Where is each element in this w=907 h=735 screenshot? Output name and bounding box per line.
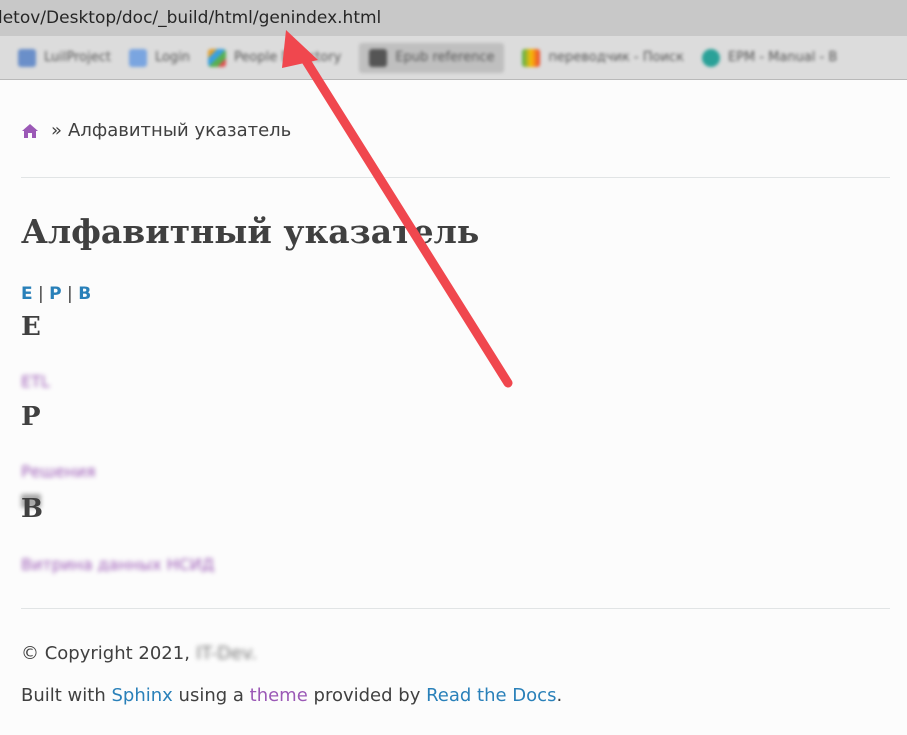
bookmark-label: Epub reference bbox=[395, 50, 495, 65]
bookmark-item[interactable]: People Directory bbox=[208, 43, 341, 73]
theme-link[interactable]: theme bbox=[250, 685, 308, 706]
copyright-text: © Copyright 2021, bbox=[21, 643, 190, 664]
bookmark-icon bbox=[522, 48, 541, 67]
bookmark-item[interactable]: Epub reference bbox=[359, 42, 505, 73]
section-letter-e: Е bbox=[21, 312, 41, 342]
jump-link-v[interactable]: В bbox=[78, 284, 91, 304]
home-icon[interactable] bbox=[21, 123, 39, 139]
period: . bbox=[556, 685, 563, 706]
read-the-docs-link[interactable]: Read the Docs bbox=[426, 685, 556, 706]
bookmark-label: переводчик - Поиск bbox=[548, 50, 684, 65]
copyright-org: IT-Dev. bbox=[195, 643, 257, 664]
bookmark-icon bbox=[701, 48, 720, 67]
using-a-text: using a bbox=[178, 685, 244, 706]
sphinx-link[interactable]: Sphinx bbox=[111, 685, 172, 706]
letter-jump-bar: Е | Р | В bbox=[21, 284, 91, 304]
bookmark-icon bbox=[18, 48, 36, 67]
index-entry[interactable]: ETL bbox=[21, 372, 50, 391]
section-letter-v: В bbox=[21, 494, 43, 524]
divider bbox=[21, 608, 890, 609]
address-bar[interactable]: letov/Desktop/doc/_build/html/genindex.h… bbox=[0, 0, 907, 36]
index-entry[interactable]: Витрина данных НСИД bbox=[21, 555, 214, 574]
bookmarks-bar: LuilProject Login People Directory Epub … bbox=[0, 36, 907, 80]
breadcrumb-current: Алфавитный указатель bbox=[68, 120, 292, 141]
page-title: Алфавитный указатель bbox=[21, 212, 480, 251]
bookmark-label: People Directory bbox=[234, 50, 342, 65]
built-with-line: Built with Sphinx using a theme provided… bbox=[21, 685, 562, 706]
bookmark-icon bbox=[369, 48, 388, 67]
divider bbox=[21, 177, 890, 178]
bookmark-item[interactable]: Login bbox=[128, 43, 191, 73]
jump-link-e[interactable]: Е bbox=[21, 284, 33, 304]
breadcrumb: » Алфавитный указатель bbox=[21, 120, 291, 141]
built-with-text: Built with bbox=[21, 685, 106, 706]
jump-link-r[interactable]: Р bbox=[49, 284, 61, 304]
jump-separator: | bbox=[38, 284, 44, 304]
url-text[interactable]: letov/Desktop/doc/_build/html/genindex.h… bbox=[0, 8, 381, 28]
bookmark-item[interactable]: переводчик - Поиск bbox=[522, 43, 684, 73]
bookmark-label: EPM - Manual - B bbox=[727, 50, 838, 65]
copyright-line: © Copyright 2021, IT-Dev. bbox=[21, 643, 257, 664]
bookmark-item[interactable]: LuilProject bbox=[18, 43, 111, 73]
provided-by-text: provided by bbox=[313, 685, 421, 706]
bookmark-icon bbox=[208, 48, 227, 67]
jump-separator: | bbox=[67, 284, 73, 304]
index-entry[interactable]: Решения bbox=[21, 462, 95, 481]
bookmark-label: LuilProject bbox=[44, 50, 111, 65]
breadcrumb-separator: » bbox=[51, 120, 63, 141]
bookmark-label: Login bbox=[154, 50, 191, 65]
section-letter-r: Р bbox=[21, 402, 41, 432]
bookmark-item[interactable]: EPM - Manual - B bbox=[701, 43, 838, 73]
bookmark-icon bbox=[128, 48, 147, 67]
annotation-arrow-icon bbox=[282, 30, 513, 388]
